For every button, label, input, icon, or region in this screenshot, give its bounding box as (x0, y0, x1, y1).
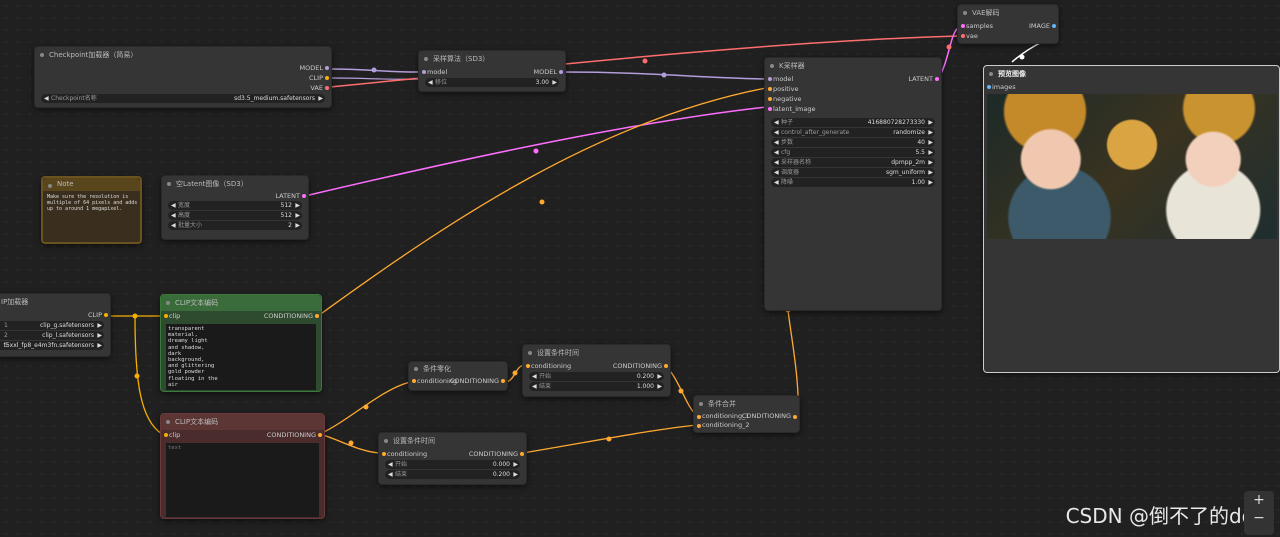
node-title: Note (43, 178, 140, 191)
node-title: 空Latent图像（SD3） (162, 176, 308, 192)
steps-widget[interactable]: ◀ 步数 40 ▶ (771, 138, 935, 147)
clip-text-encode-negative-node[interactable]: CLIP文本编码 clip CONDITIONING text (160, 413, 325, 519)
node-title: 设置条件时间 (379, 433, 526, 449)
sampler-widget[interactable]: ◀ 采样器名称 dpmpp_2m ▶ (771, 158, 935, 167)
conditioning-zero-node[interactable]: 条件零化 conditioning CONDITIONING (408, 361, 508, 391)
vae-decode-node[interactable]: VAE解码 samples IMAGE vae (957, 4, 1059, 44)
node-title: CLIP文本编码 (161, 295, 321, 311)
negative-prompt-text[interactable]: text (166, 443, 319, 517)
width-widget[interactable]: ◀ 宽度 512 ▶ (168, 201, 302, 210)
node-title: 条件零化 (409, 362, 507, 376)
node-title: Checkpoint加载器（简易） (35, 47, 331, 63)
input-images[interactable]: images (984, 82, 1279, 92)
positive-prompt-text[interactable]: transparent material, dreamy light and s… (166, 324, 316, 390)
node-title: K采样器 (765, 58, 941, 74)
input-positive[interactable]: positive (765, 84, 941, 94)
zoom-out-button[interactable]: − (1244, 509, 1274, 527)
ksampler-node[interactable]: K采样器 model LATENT positive negative laten… (764, 57, 942, 311)
height-widget[interactable]: ◀ 高度 512 ▶ (168, 211, 302, 220)
batch-widget[interactable]: ◀ 批量大小 2 ▶ (168, 221, 302, 230)
cfg-widget[interactable]: ◀ cfg 5.5 ▶ (771, 148, 935, 157)
empty-latent-node[interactable]: 空Latent图像（SD3） LATENT ◀ 宽度 512 ▶ ◀ 高度 512 ▶ ◀ 批… (161, 175, 309, 240)
input-model[interactable]: model MODEL (419, 67, 565, 77)
output-latent[interactable]: LATENT (162, 192, 308, 200)
control-widget[interactable]: ◀ control_after_generate randomize ▶ (771, 128, 935, 137)
clip3-widget[interactable]: 3 t5xxl_fp8_e4m3fn.safetensors ▶ (0, 341, 104, 350)
input-model[interactable]: model LATENT (765, 74, 941, 84)
ckpt-name-widget[interactable]: ◀ Checkpoint名称 sd3.5_medium.safetensors ▶ (41, 94, 325, 103)
denoise-widget[interactable]: ◀ 降噪 1.00 ▶ (771, 178, 935, 187)
clip-text-encode-positive-node[interactable]: CLIP文本编码 clip CONDITIONING transparent ma… (160, 294, 322, 392)
zoom-in-button[interactable]: + (1244, 491, 1274, 509)
input-latent[interactable]: latent_image (765, 104, 941, 114)
preview-image-node[interactable]: 预览图像 images (983, 65, 1280, 373)
shift-widget[interactable]: ◀ 移位 3.00 ▶ (425, 78, 559, 87)
preview-image (987, 94, 1277, 239)
conditioning-combine-node[interactable]: 条件合并 conditioning_1 CONDITIONING conditio… (693, 395, 800, 433)
output-clip[interactable]: CLIP (35, 73, 331, 83)
node-title: 采样算法（SD3） (419, 51, 565, 67)
input-conditioning-2[interactable]: conditioning_2 (694, 421, 799, 430)
triple-clip-loader-node[interactable]: IP加载器 CLIP 1 clip_g.safetensors ▶ 2 clip_l.… (0, 293, 111, 357)
node-title: 设置条件时间 (523, 345, 670, 361)
node-title: 条件合并 (694, 396, 799, 412)
input-vae[interactable]: vae (958, 31, 1058, 41)
conditioning-timestep-node-2[interactable]: 设置条件时间 conditioning CONDITIONING ◀ 开始 0.000… (378, 432, 527, 485)
input-conditioning-1[interactable]: conditioning_1 CONDITIONING (694, 412, 799, 421)
clip1-widget[interactable]: 1 clip_g.safetensors ▶ (0, 321, 104, 330)
start-widget[interactable]: ◀ 开始 0.200 ▶ (529, 372, 664, 381)
end-widget[interactable]: ◀ 结束 0.200 ▶ (385, 470, 520, 479)
note-text[interactable]: Make sure the resolution is multiple of … (43, 191, 140, 215)
output-vae[interactable]: VAE (35, 83, 331, 93)
input-conditioning[interactable]: conditioning CONDITIONING (379, 449, 526, 459)
node-title: 预览图像 (984, 66, 1279, 82)
input-samples[interactable]: samples IMAGE (958, 21, 1058, 31)
node-title: CLIP文本编码 (161, 414, 324, 430)
scheduler-widget[interactable]: ◀ 调度器 sgm_uniform ▶ (771, 168, 935, 177)
start-widget[interactable]: ◀ 开始 0.000 ▶ (385, 460, 520, 469)
sampling-sd3-node[interactable]: 采样算法（SD3） model MODEL ◀ 移位 3.00 ▶ (418, 50, 566, 92)
input-negative[interactable]: negative (765, 94, 941, 104)
note-node[interactable]: Note Make sure the resolution is multipl… (41, 176, 142, 244)
node-title: IP加载器 (1, 298, 29, 306)
csdn-watermark: CSDN @倒不了的dota (1065, 504, 1274, 528)
input-clip[interactable]: clip CONDITIONING (161, 430, 324, 440)
end-widget[interactable]: ◀ 结束 1.000 ▶ (529, 382, 664, 391)
clip2-widget[interactable]: 2 clip_l.safetensors ▶ (0, 331, 104, 340)
node-title: VAE解码 (958, 5, 1058, 21)
input-conditioning[interactable]: conditioning CONDITIONING (523, 361, 670, 371)
output-model[interactable]: MODEL (35, 63, 331, 73)
conditioning-timestep-node-1[interactable]: 设置条件时间 conditioning CONDITIONING ◀ 开始 0.200… (522, 344, 671, 397)
checkpoint-loader-node[interactable]: Checkpoint加载器（简易） MODEL CLIP VAE ◀ Checkp… (34, 46, 332, 108)
seed-widget[interactable]: ◀ 种子 416880728273330 ▶ (771, 118, 935, 127)
input-clip[interactable]: clip CONDITIONING (161, 311, 321, 321)
input-conditioning[interactable]: conditioning CONDITIONING (409, 376, 507, 386)
output-clip[interactable]: CLIP (0, 310, 110, 320)
zoom-controls[interactable]: + − (1244, 491, 1274, 535)
